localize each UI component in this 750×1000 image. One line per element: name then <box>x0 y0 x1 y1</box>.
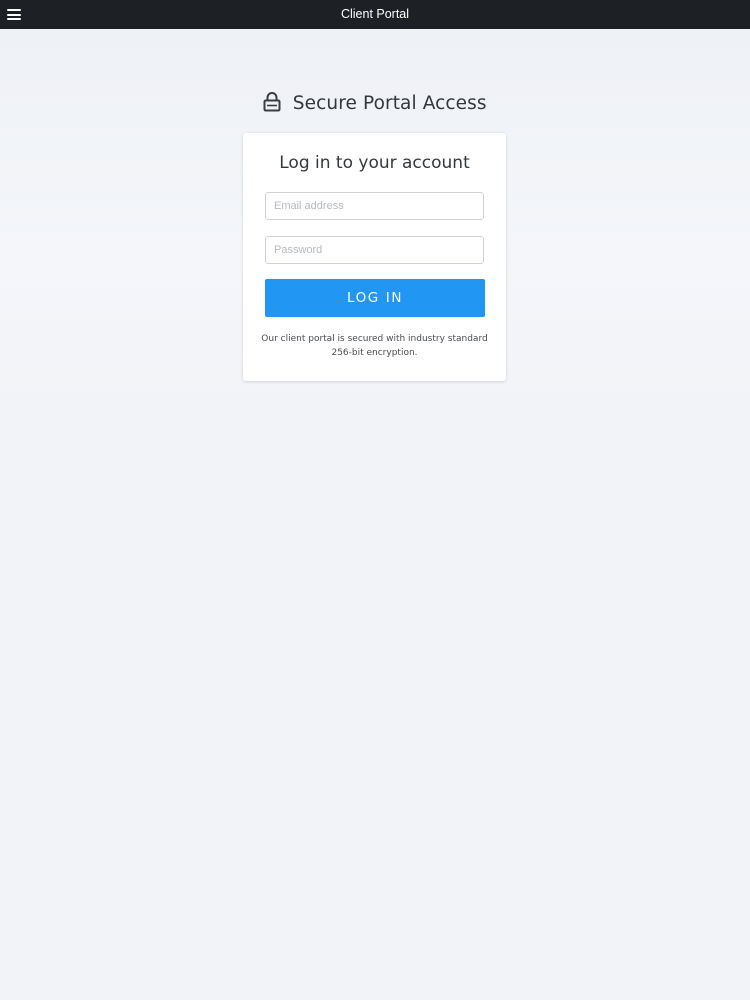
login-card-title: Log in to your account <box>279 153 470 173</box>
top-navigation-bar: Client Portal <box>0 0 750 29</box>
app-title: Client Portal <box>340 7 410 21</box>
email-field[interactable] <box>265 192 484 220</box>
page-heading: Secure Portal Access <box>0 91 750 119</box>
password-field[interactable] <box>265 236 484 264</box>
security-note: Our client portal is secured with indust… <box>261 334 488 358</box>
page-heading-text: Secure Portal Access <box>292 93 487 114</box>
lock-icon <box>263 91 281 111</box>
login-card: Log in to your account LOG IN Our client… <box>243 133 506 381</box>
login-button[interactable]: LOG IN <box>265 279 485 317</box>
